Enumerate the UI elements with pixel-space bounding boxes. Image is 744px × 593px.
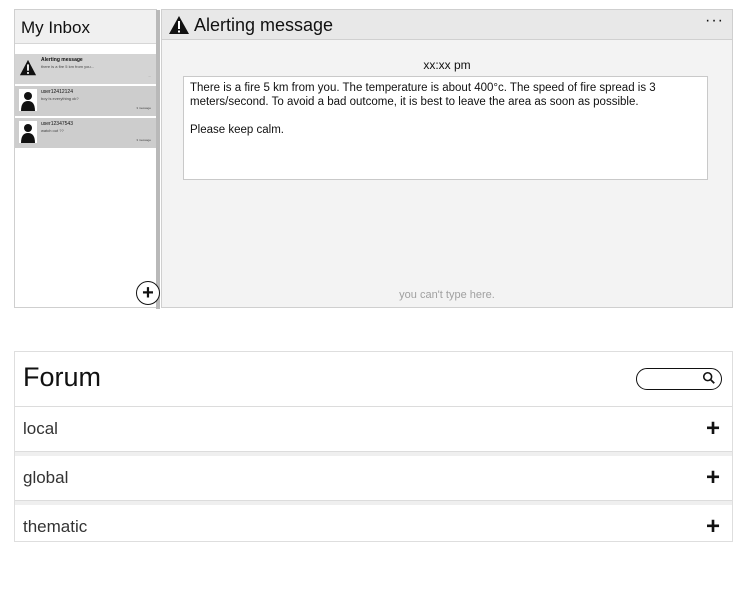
message-panel: Alerting message ··· xx:xx pm There is a… (161, 9, 733, 308)
forum-row-label: thematic (23, 517, 88, 536)
warning-icon (169, 16, 189, 34)
message-body: There is a fire 5 km from you. The tempe… (190, 82, 656, 108)
thread-preview: there is a fire 5 km from you... (41, 64, 94, 69)
expand-plus-icon[interactable]: + (706, 464, 720, 492)
inbox-title: My Inbox (15, 10, 156, 44)
thread-meta: ... (148, 74, 151, 78)
new-message-button[interactable]: + (136, 281, 160, 305)
forum-search-input[interactable] (636, 368, 722, 390)
message-title: Alerting message (194, 15, 334, 35)
forum-row-thematic[interactable]: thematic + (15, 505, 732, 550)
inbox-thread-alert[interactable]: Alerting message there is a fire 5 km fr… (15, 54, 156, 84)
expand-plus-icon[interactable]: + (706, 415, 720, 443)
forum-row-global[interactable]: global + (15, 456, 732, 501)
user-avatar-icon (19, 121, 37, 143)
forum-title: Forum (23, 362, 102, 392)
thread-meta: 3 message (136, 138, 151, 142)
warning-icon (19, 59, 37, 76)
expand-plus-icon[interactable]: + (706, 513, 720, 541)
thread-meta: 3 message (136, 106, 151, 110)
thread-name: user12347543 (41, 121, 73, 127)
inbox-thread-user2[interactable]: user12347543 watch out ?? 3 message (15, 118, 156, 148)
message-header: Alerting message ··· (162, 10, 732, 40)
user-avatar-icon (19, 89, 37, 111)
forum-panel: Forum local + global + thematic + (14, 351, 733, 542)
message-bubble: There is a fire 5 km from you. The tempe… (183, 76, 708, 180)
inbox-scrollbar[interactable] (156, 10, 160, 309)
forum-header: Forum (15, 352, 732, 407)
message-body-footer: Please keep calm. (190, 124, 284, 136)
search-icon (702, 371, 715, 384)
thread-name: Alerting message (41, 57, 83, 63)
inbox-thread-user1[interactable]: user12412124 boy is everything ok? 3 mes… (15, 86, 156, 116)
forum-row-local[interactable]: local + (15, 407, 732, 452)
forum-row-label: global (23, 468, 69, 487)
thread-preview: watch out ?? (41, 128, 64, 133)
inbox-panel: My Inbox Alerting message there is a fir… (14, 9, 160, 309)
more-options-icon[interactable]: ··· (705, 12, 724, 30)
message-time: xx:xx pm (423, 58, 471, 72)
forum-row-label: local (23, 419, 58, 438)
thread-preview: boy is everything ok? (41, 96, 79, 101)
thread-name: user12412124 (41, 89, 73, 95)
disabled-input-note: you can't type here. (399, 289, 495, 301)
